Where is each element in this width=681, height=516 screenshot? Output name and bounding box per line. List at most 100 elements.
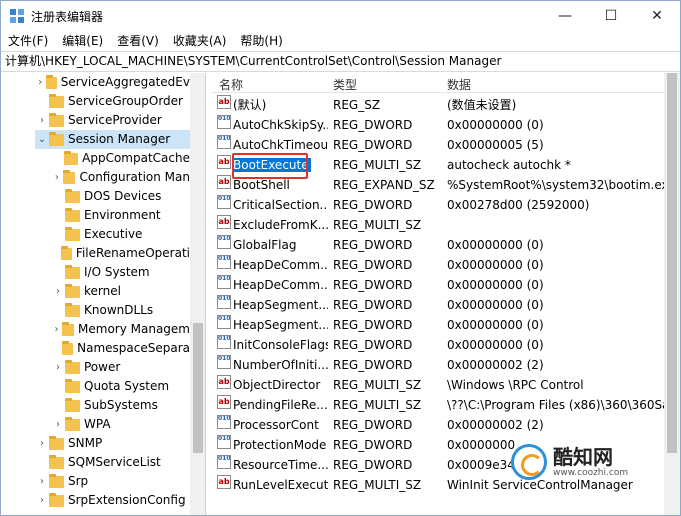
folder-icon	[49, 131, 64, 146]
menu-edit[interactable]: 编辑(E)	[55, 31, 110, 51]
tree-expander-icon[interactable]: ›	[51, 168, 63, 187]
value-row[interactable]: 010 ProcessorCont REG_DWORD 0x00000002 (2)	[211, 415, 680, 435]
value-type: REG_MULTI_SZ	[333, 398, 422, 412]
value-row[interactable]: ab ExcludeFromK... REG_MULTI_SZ	[211, 215, 680, 235]
tree-item[interactable]: DOS Devices	[51, 187, 190, 206]
value-row[interactable]: ab PendingFileRe... REG_MULTI_SZ \??\C:\Pro…	[211, 395, 680, 415]
tree-item[interactable]: › Memory Managem	[51, 320, 190, 339]
menu-bar: 文件(F) 编辑(E) 查看(V) 收藏夹(A) 帮助(H)	[1, 31, 680, 51]
tree-item[interactable]: SQMServiceList	[35, 453, 190, 472]
tree-item[interactable]: › Configuration Man	[51, 168, 190, 187]
tree-item[interactable]: ServiceGroupOrder	[35, 92, 190, 111]
tree-item-label: KnownDLLs	[84, 303, 154, 317]
address-bar[interactable]: 计算机\HKEY_LOCAL_MACHINE\SYSTEM\CurrentCon…	[1, 51, 680, 72]
tree-item[interactable]: AppCompatCache	[51, 149, 190, 168]
tree-expander-icon[interactable]: ›	[35, 111, 49, 130]
tree-item[interactable]: › ServiceAggregatedEv	[35, 73, 190, 92]
tree-expander-icon[interactable]: ›	[35, 472, 49, 491]
value-name: PendingFileRe...	[233, 398, 328, 412]
tree-item[interactable]: › kernel	[51, 282, 190, 301]
tree-expander-icon[interactable]: ⌄	[35, 130, 49, 149]
value-row[interactable]: 010 InitConsoleFlags REG_DWORD 0x00000000 (…	[211, 335, 680, 355]
value-row[interactable]: 010 GlobalFlag REG_DWORD 0x00000000 (0)	[211, 235, 680, 255]
column-name-header[interactable]: 名称	[219, 76, 243, 93]
value-name: NumberOfIniti...	[233, 358, 328, 372]
value-name: (默认)	[233, 98, 267, 112]
tree-item[interactable]: KnownDLLs	[51, 301, 190, 320]
folder-icon	[49, 435, 64, 450]
menu-file[interactable]: 文件(F)	[1, 31, 55, 51]
menu-help[interactable]: 帮助(H)	[233, 31, 289, 51]
value-type: REG_MULTI_SZ	[333, 378, 422, 392]
maximize-button[interactable]: ☐	[588, 1, 634, 31]
tree-item[interactable]: › SrpExtensionConfig	[35, 491, 190, 510]
values-scrollbar-thumb[interactable]	[667, 73, 677, 453]
value-name: ResourceTime...	[233, 458, 328, 472]
column-header: 名称 类型 数据	[211, 73, 680, 93]
tree-item[interactable]: FileRenameOperati	[51, 244, 190, 263]
value-name: HeapDeComm...	[233, 258, 328, 272]
tree-expander-icon[interactable]: ›	[51, 358, 65, 377]
tree-item[interactable]: Executive	[51, 225, 190, 244]
value-row[interactable]: 010 NumberOfIniti... REG_DWORD 0x00000002 (…	[211, 355, 680, 375]
tree-item[interactable]: NamespaceSepara	[51, 339, 190, 358]
tree-item[interactable]: Quota System	[51, 377, 190, 396]
close-button[interactable]: ✕	[634, 1, 680, 31]
tree-item[interactable]: I/O System	[51, 263, 190, 282]
value-type: REG_DWORD	[333, 238, 413, 252]
watermark-name: 酷知网	[553, 445, 613, 469]
folder-icon	[49, 473, 64, 488]
value-type: REG_DWORD	[333, 118, 413, 132]
tree-expander-icon[interactable]: ›	[51, 320, 62, 339]
tree-item[interactable]: › ServiceProvider	[35, 111, 190, 130]
tree-expander-icon[interactable]: ›	[51, 282, 65, 301]
tree-item-label: SubSystems	[84, 398, 158, 412]
value-row[interactable]: 010 HeapSegment... REG_DWORD 0x00000000 (0)	[211, 295, 680, 315]
tree-expander-icon[interactable]: ›	[35, 491, 49, 510]
title-bar[interactable]: 注册表编辑器 — ☐ ✕	[1, 1, 680, 31]
tree-item[interactable]: › WPA	[51, 415, 190, 434]
tree-scrollbar[interactable]	[190, 73, 205, 515]
value-row[interactable]: 010 HeapDeComm... REG_DWORD 0x00000000 (0)	[211, 255, 680, 275]
tree-item[interactable]: ⌄ Session Manager	[35, 130, 190, 149]
value-data: 0x00278d00 (2592000)	[447, 198, 590, 212]
value-type: REG_DWORD	[333, 338, 413, 352]
folder-icon	[65, 207, 80, 222]
value-row[interactable]: ab (默认) REG_SZ (数值未设置)	[211, 95, 680, 115]
binary-value-icon: 010	[217, 315, 231, 329]
value-row[interactable]: 010 CriticalSection... REG_DWORD 0x00278d00…	[211, 195, 680, 215]
tree-item[interactable]: › SNMP	[35, 434, 190, 453]
tree-item[interactable]: › Power	[51, 358, 190, 377]
menu-favorites[interactable]: 收藏夹(A)	[166, 31, 234, 51]
value-row[interactable]: 010 HeapSegment... REG_DWORD 0x00000000 (0)	[211, 315, 680, 335]
tree-item[interactable]: Environment	[51, 206, 190, 225]
value-row[interactable]: 010 HeapDeComm... REG_DWORD 0x00000000 (0)	[211, 275, 680, 295]
minimize-button[interactable]: —	[542, 1, 588, 31]
tree-scrollbar-thumb[interactable]	[193, 323, 203, 453]
values-scrollbar[interactable]	[664, 73, 680, 515]
value-type: REG_DWORD	[333, 278, 413, 292]
column-type-header[interactable]: 类型	[333, 76, 357, 93]
tree-expander-icon[interactable]: ›	[51, 415, 65, 434]
folder-icon	[65, 359, 80, 374]
value-row[interactable]: 010 AutoChkTimeout REG_DWORD 0x00000005 (5)	[211, 135, 680, 155]
string-value-icon: ab	[217, 475, 231, 489]
value-type: REG_DWORD	[333, 418, 413, 432]
binary-value-icon: 010	[217, 135, 231, 149]
folder-icon	[64, 150, 79, 165]
key-tree-pane[interactable]: › ServiceAggregatedEv ServiceGroupOrder › Se…	[1, 73, 206, 515]
column-data-header[interactable]: 数据	[447, 76, 471, 93]
binary-value-icon: 010	[217, 335, 231, 349]
value-row[interactable]: 010 AutoChkSkipSy... REG_DWORD 0x00000000 (…	[211, 115, 680, 135]
value-row[interactable]: ab ObjectDirector REG_MULTI_SZ \Windows \RP…	[211, 375, 680, 395]
folder-icon	[65, 397, 80, 412]
tree-item[interactable]: › Srp	[35, 472, 190, 491]
binary-value-icon: 010	[217, 295, 231, 309]
folder-icon	[65, 416, 80, 431]
tree-expander-icon[interactable]: ›	[35, 73, 46, 92]
tree-item[interactable]: SubSystems	[51, 396, 190, 415]
tree-item-label: WPA	[84, 417, 111, 431]
menu-view[interactable]: 查看(V)	[110, 31, 166, 51]
tree-expander-icon[interactable]: ›	[35, 434, 49, 453]
folder-icon	[65, 302, 80, 317]
